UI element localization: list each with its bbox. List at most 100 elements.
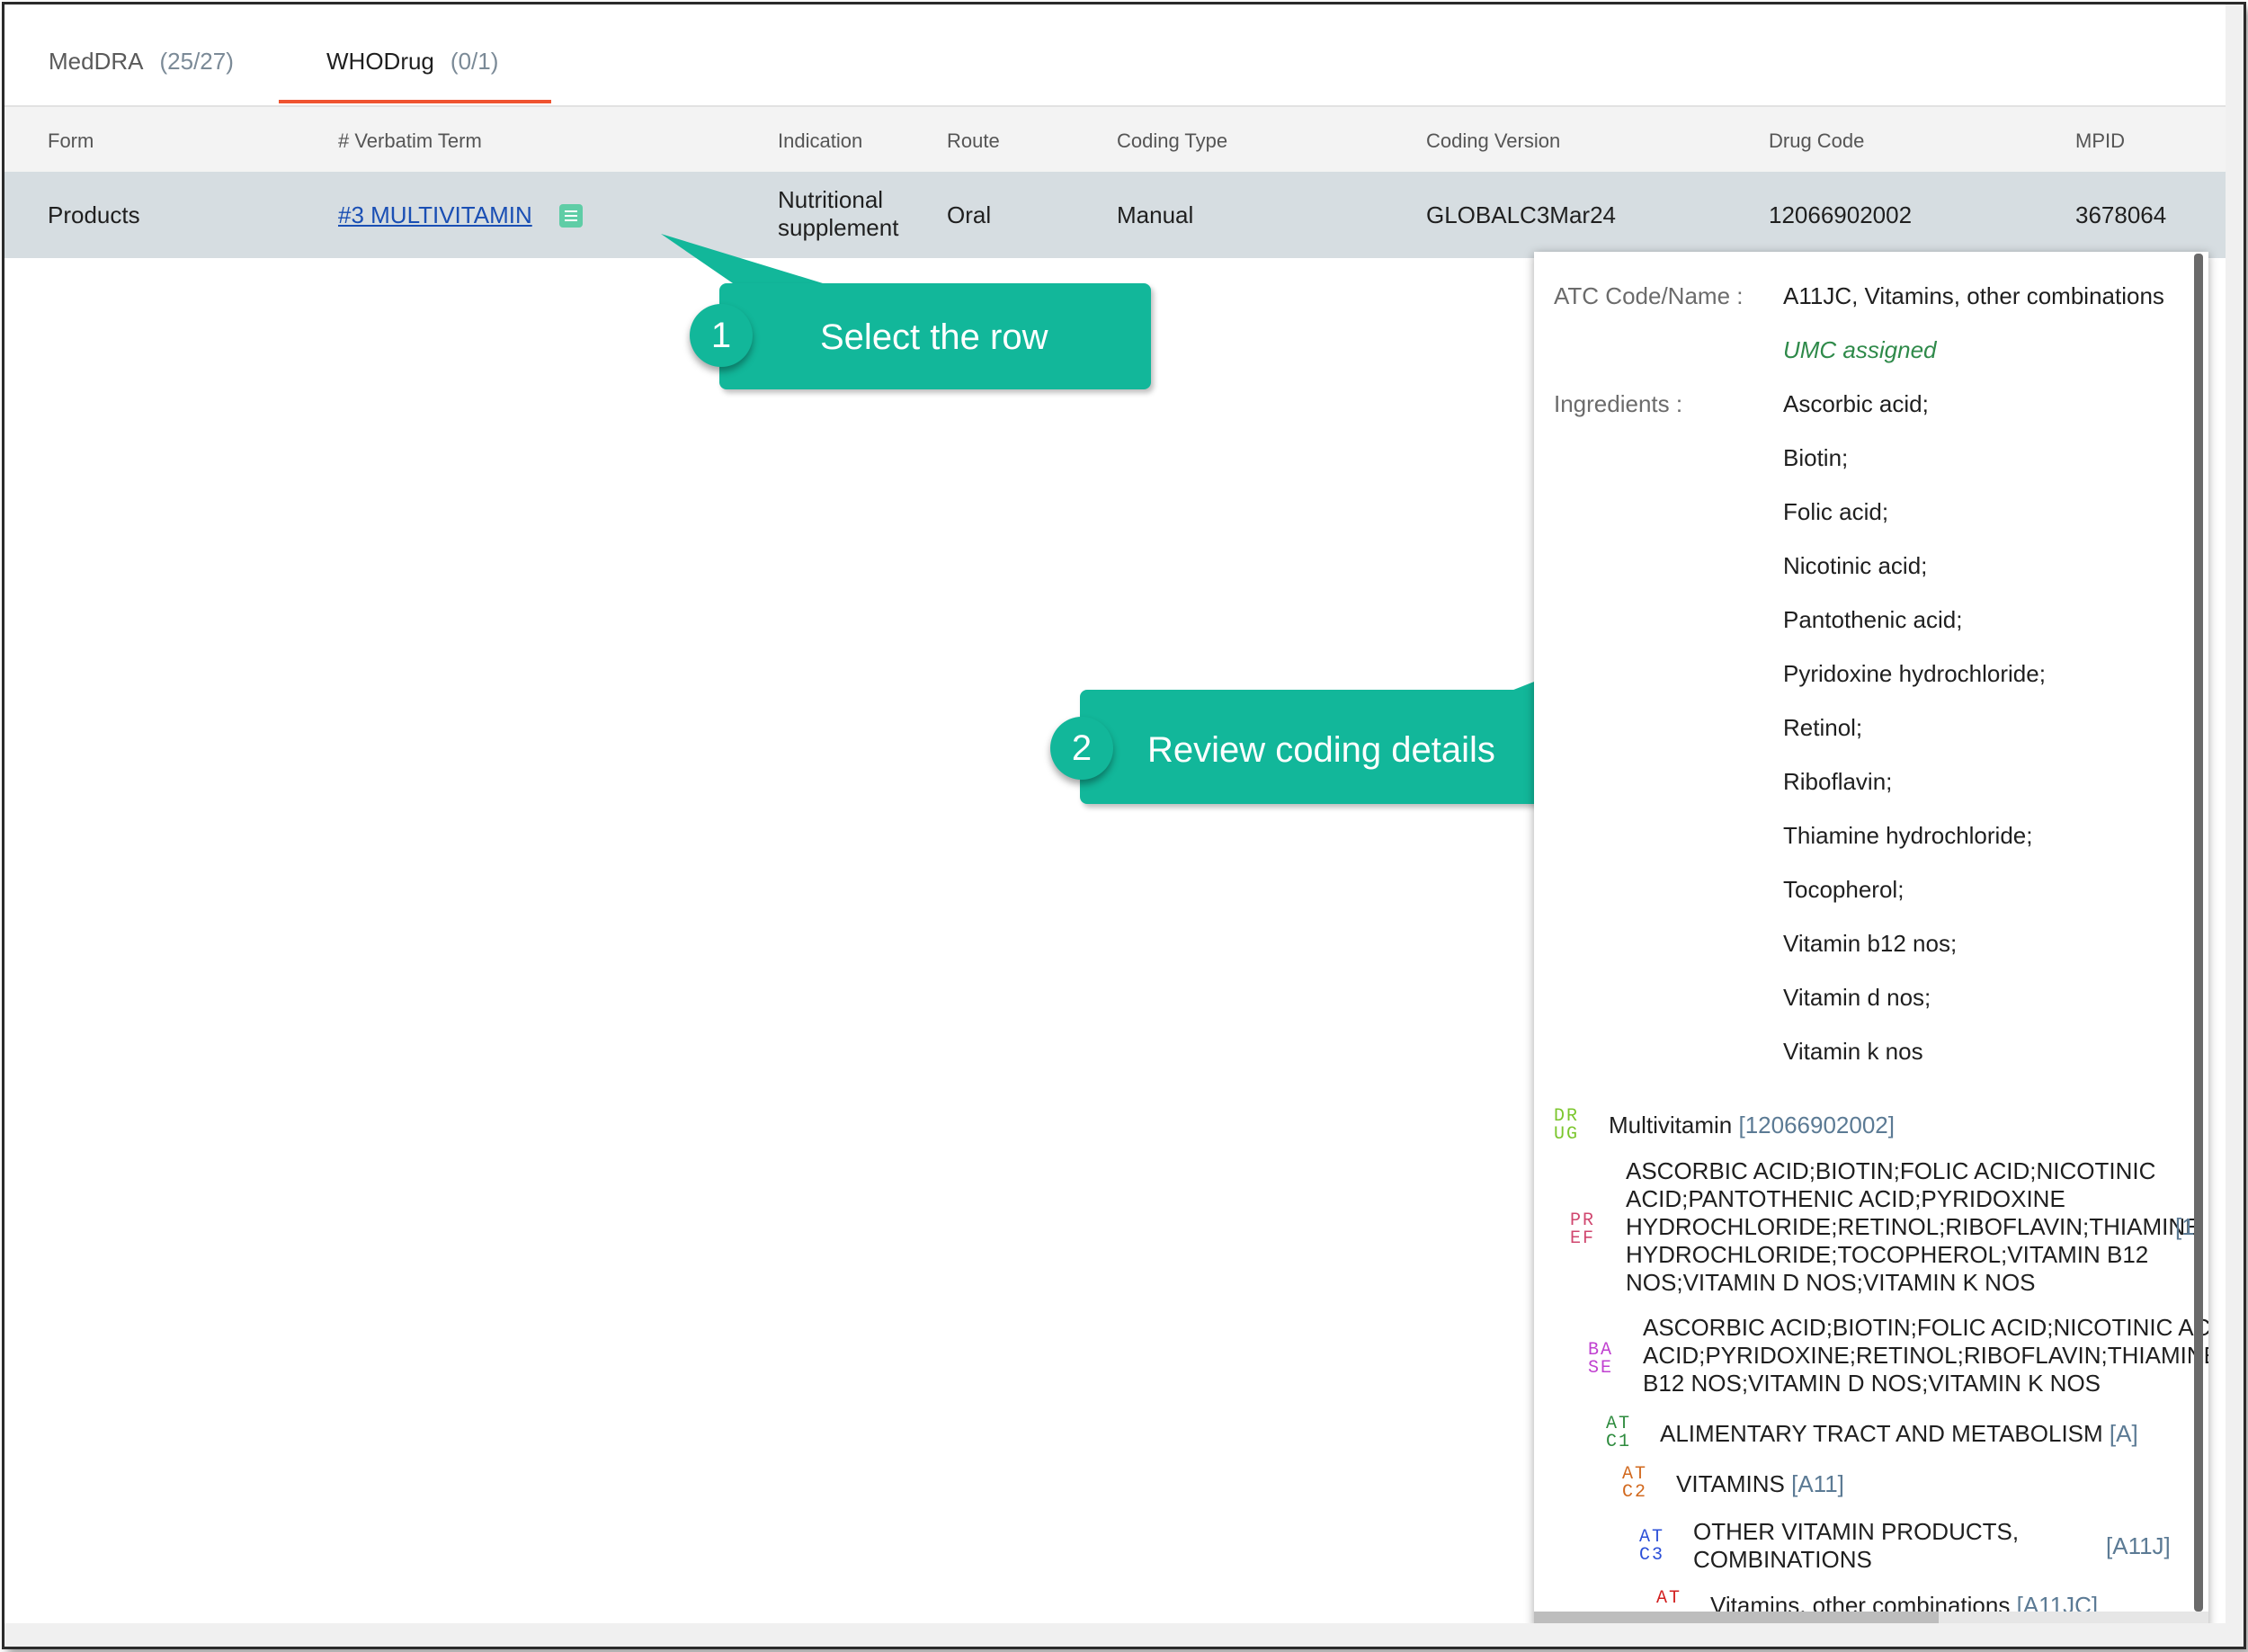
pref-tag: PR EF <box>1570 1212 1595 1248</box>
atc1-code: [A] <box>2109 1420 2138 1447</box>
ingredients-label: Ingredients : <box>1554 390 1683 417</box>
cell-coding-version: GLOBALC3Mar24 <box>1426 201 1616 228</box>
umc-assigned: UMC assigned <box>1783 336 1937 363</box>
base-entry[interactable]: ASCORBIC ACID;BIOTIN;FOLIC ACID;NICOTINI… <box>1643 1314 2208 1398</box>
atc3-line2: COMBINATIONS <box>1693 1546 1872 1573</box>
atc3-code: [A11J] <box>2106 1532 2171 1559</box>
ingredient-item: Nicotinic acid; <box>1783 552 1928 579</box>
base-tag-line1: BA <box>1588 1340 1614 1361</box>
atc-label: ATC Code/Name : <box>1554 282 1744 309</box>
atc2-entry[interactable]: VITAMINS [A11] <box>1676 1470 1844 1498</box>
ingredient-item: Tocopherol; <box>1783 876 1905 903</box>
page-horizontal-scrollbar[interactable] <box>4 1623 2244 1647</box>
pref-tag-line2: EF <box>1570 1228 1596 1249</box>
atc4-tag: AT <box>1656 1590 1682 1608</box>
ingredient-item: Pantothenic acid; <box>1783 606 1963 633</box>
tab-meddra-count: (25/27) <box>159 48 234 75</box>
ingredient-item: Riboflavin; <box>1783 768 1893 795</box>
atc2-code: [A11] <box>1791 1470 1844 1497</box>
pref-line: NOS;VITAMIN D NOS;VITAMIN K NOS <box>1626 1269 2036 1296</box>
tab-meddra-label: MedDRA <box>49 48 144 75</box>
atc3-entry[interactable]: OTHER VITAMIN PRODUCTS, COMBINATIONS <box>1693 1518 2019 1574</box>
pref-line: ACID;PANTOTHENIC ACID;PYRIDOXINE <box>1626 1185 2065 1212</box>
tab-whodrug-label: WHODrug <box>326 48 434 75</box>
pref-line: ASCORBIC ACID;BIOTIN;FOLIC ACID;NICOTINI… <box>1626 1157 2156 1184</box>
tab-bar: MedDRA(25/27) WHODrug(0/1) 中A A <box>4 4 2226 107</box>
pref-line: HYDROCHLORIDE;RETINOL;RIBOFLAVIN;THIAMIN… <box>1626 1213 2201 1240</box>
ingredient-item: Retinol; <box>1783 714 1863 741</box>
base-tag-line2: SE <box>1588 1358 1614 1379</box>
tab-whodrug-count: (0/1) <box>450 48 499 75</box>
callout-1-number: 1 <box>710 315 732 355</box>
atc3-tag-line1: AT <box>1639 1527 1665 1548</box>
col-indication[interactable]: Indication <box>778 129 862 153</box>
atc2-tag-line1: AT <box>1622 1464 1648 1485</box>
cell-coding-type: Manual <box>1117 201 1194 228</box>
atc2-name: VITAMINS <box>1676 1470 1785 1497</box>
tab-meddra[interactable]: MedDRA (25/27) <box>49 48 234 76</box>
callout-2-number: 2 <box>1071 728 1093 768</box>
atc3-tag-line2: C3 <box>1639 1545 1665 1566</box>
cell-mpid: 3678064 <box>2075 201 2167 228</box>
ingredient-item: Folic acid; <box>1783 498 1889 525</box>
atc1-tag-line2: C1 <box>1606 1432 1632 1452</box>
pref-tag-line1: PR <box>1570 1210 1596 1231</box>
pref-entry[interactable]: ASCORBIC ACID;BIOTIN;FOLIC ACID;NICOTINI… <box>1626 1157 2201 1297</box>
base-line: ACID;PYRIDOXINE;RETINOL;RIBOFLAVIN;THIAM… <box>1643 1342 2208 1369</box>
drug-code: [12066902002] <box>1738 1112 1895 1139</box>
atc3-tag: AT C3 <box>1639 1529 1664 1565</box>
pref-line: HYDROCHLORIDE;TOCOPHEROL;VITAMIN B12 <box>1626 1241 2149 1268</box>
callout-select-row: Select the row <box>719 283 1151 389</box>
table-row[interactable]: Products #3 MULTIVITAMIN Nutritional sup… <box>4 172 2226 258</box>
atc1-entry[interactable]: ALIMENTARY TRACT AND METABOLISM [A] <box>1660 1420 2138 1448</box>
callout-1-badge: 1 <box>690 304 753 367</box>
tab-whodrug[interactable]: WHODrug (0/1) <box>326 48 498 76</box>
atc3-line1: OTHER VITAMIN PRODUCTS, <box>1693 1518 2020 1545</box>
ingredient-item: Pyridoxine hydrochloride; <box>1783 660 2046 687</box>
atc-value: A11JC, Vitamins, other combinations <box>1783 282 2164 309</box>
col-verbatim-term[interactable]: # Verbatim Term <box>338 129 482 153</box>
atc4-tag-line1: AT <box>1656 1588 1682 1609</box>
col-route[interactable]: Route <box>947 129 1000 153</box>
panel-vertical-scrollbar[interactable] <box>2194 254 2203 1612</box>
callout-2-badge: 2 <box>1050 717 1113 780</box>
drug-tag-line1: DR <box>1554 1106 1580 1127</box>
ingredient-item: Ascorbic acid; <box>1783 390 1929 417</box>
active-tab-indicator <box>279 100 551 103</box>
verbatim-term-link[interactable]: #3 MULTIVITAMIN <box>338 201 532 229</box>
col-mpid[interactable]: MPID <box>2075 129 2125 153</box>
base-line: B12 NOS;VITAMIN D NOS;VITAMIN K NOS <box>1643 1370 2101 1397</box>
col-drug-code[interactable]: Drug Code <box>1769 129 1864 153</box>
callout-1-text: Select the row <box>820 317 1048 357</box>
table-header: Form # Verbatim Term Indication Route Co… <box>4 107 2226 172</box>
pref-code: [1 <box>2175 1213 2195 1240</box>
base-line: ASCORBIC ACID;BIOTIN;FOLIC ACID;NICOTINI… <box>1643 1314 2208 1341</box>
note-icon[interactable] <box>559 204 583 228</box>
col-form[interactable]: Form <box>48 129 94 153</box>
base-tag: BA SE <box>1588 1342 1613 1378</box>
atc1-tag: AT C1 <box>1606 1415 1631 1451</box>
atc1-tag-line1: AT <box>1606 1414 1632 1434</box>
ingredient-item: Vitamin b12 nos; <box>1783 930 1958 957</box>
atc2-tag: AT C2 <box>1622 1466 1647 1502</box>
drug-entry[interactable]: Multivitamin [12066902002] <box>1609 1112 1895 1139</box>
callout-review-details: Review coding details <box>1080 690 1570 804</box>
col-coding-version[interactable]: Coding Version <box>1426 129 1560 153</box>
cell-route: Oral <box>947 201 992 228</box>
ingredient-item: Vitamin k nos <box>1783 1038 1923 1065</box>
drug-tag-line2: UG <box>1554 1124 1580 1145</box>
atc2-tag-line2: C2 <box>1622 1482 1648 1503</box>
drug-name: Multivitamin <box>1609 1112 1733 1139</box>
col-coding-type[interactable]: Coding Type <box>1117 129 1227 153</box>
ingredient-item: Thiamine hydrochloride; <box>1783 822 2033 849</box>
callout-2-text: Review coding details <box>1147 730 1495 770</box>
app-frame: MedDRA(25/27) WHODrug(0/1) 中A A <box>2 2 2246 1649</box>
ingredient-item: Biotin; <box>1783 444 1849 471</box>
coding-details-panel: ATC Code/Name : A11JC, Vitamins, other c… <box>1534 252 2208 1630</box>
app-window: MedDRA(25/27) WHODrug(0/1) 中A A <box>4 4 2226 1630</box>
cell-form: Products <box>48 201 140 228</box>
atc1-name: ALIMENTARY TRACT AND METABOLISM <box>1660 1420 2103 1447</box>
drug-tag: DR UG <box>1554 1108 1579 1144</box>
page-vertical-scrollbar[interactable] <box>2226 4 2244 1623</box>
cell-drug-code: 12066902002 <box>1769 201 1913 228</box>
